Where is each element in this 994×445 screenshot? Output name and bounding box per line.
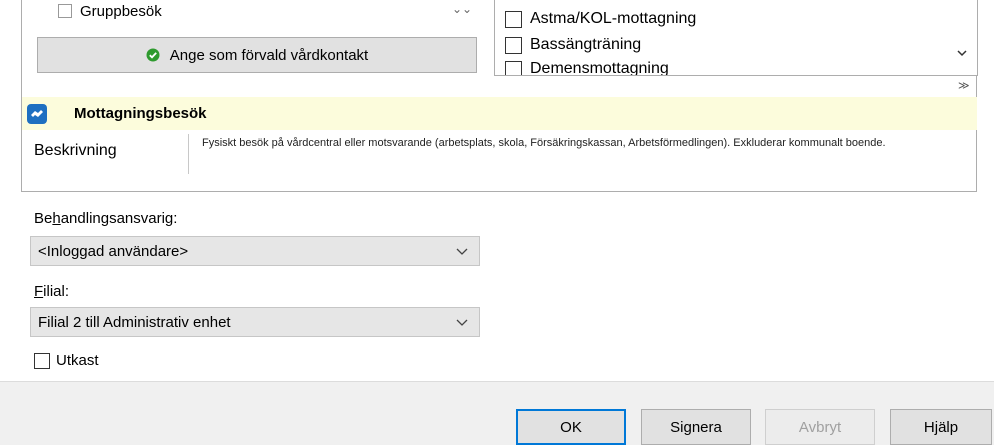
list-item-astma[interactable]: Astma/KOL-mottagning — [505, 8, 696, 30]
label-accesskey: F — [34, 283, 44, 300]
list-item-label: Gruppbesök — [80, 2, 162, 20]
sign-button[interactable]: Signera — [641, 409, 751, 445]
description-row: Beskrivning Fysiskt besök på vårdcentral… — [22, 134, 977, 178]
draft-checkbox[interactable] — [34, 353, 50, 369]
set-default-contact-label: Ange som förvald vårdkontakt — [169, 46, 369, 64]
handshake-icon — [27, 103, 47, 124]
checkbox[interactable] — [505, 36, 522, 54]
cancel-button[interactable]: Avbryt — [765, 409, 875, 445]
description-text: Fysiskt besök på vårdcentral eller motsv… — [202, 137, 886, 149]
branch-select[interactable]: Filial 2 till Administrativ enhet — [30, 307, 480, 337]
branch-label: Filial: — [34, 283, 69, 300]
branch-value: Filial 2 till Administrativ enhet — [38, 313, 231, 331]
list-item-demens[interactable]: Demensmottagning — [505, 58, 669, 76]
visit-type-title: Mottagningsbesök — [74, 105, 207, 122]
double-chevron-down-icon[interactable]: ≫ — [958, 79, 970, 92]
visit-type-header: Mottagningsbesök — [22, 97, 977, 130]
chevron-down-icon — [456, 248, 468, 255]
list-item-label: Bassängträning — [530, 36, 642, 53]
specialty-checkbox-list[interactable]: Astma/KOL-mottagning Bassängträning Deme… — [494, 0, 978, 76]
label-part: Be — [34, 210, 53, 227]
list-item-bassang[interactable]: Bassängträning — [505, 34, 641, 56]
list-item-label: Demensmottagning — [530, 60, 669, 76]
label-accesskey: h — [52, 210, 61, 227]
list-item-label: Astma/KOL-mottagning — [530, 10, 697, 27]
label-part: ilial: — [43, 283, 70, 300]
chevron-down-icon[interactable] — [955, 46, 969, 60]
chevron-down-icon — [456, 319, 468, 326]
list-item-gruppbesok[interactable]: Gruppbesök — [34, 0, 162, 22]
responsible-value: <Inloggad användare> — [38, 242, 189, 260]
checkbox[interactable] — [58, 4, 72, 18]
checkbox[interactable] — [505, 10, 522, 28]
checkbox[interactable] — [505, 60, 522, 75]
responsible-select[interactable]: <Inloggad användare> — [30, 236, 480, 266]
help-button[interactable]: Hjälp — [890, 409, 992, 445]
description-label: Beskrivning — [34, 142, 117, 159]
draft-label[interactable]: Utkast — [56, 352, 99, 369]
label-part: andlingsansvarig: — [60, 210, 178, 227]
scroll-indicator-icon[interactable]: ⌄⌄ — [452, 2, 472, 16]
check-circle-icon — [146, 48, 160, 62]
responsible-label: Behandlingsansvarig: — [34, 210, 177, 227]
ok-button[interactable]: OK — [516, 409, 626, 445]
divider — [188, 134, 189, 174]
set-default-contact-button[interactable]: Ange som förvald vårdkontakt — [37, 37, 477, 73]
